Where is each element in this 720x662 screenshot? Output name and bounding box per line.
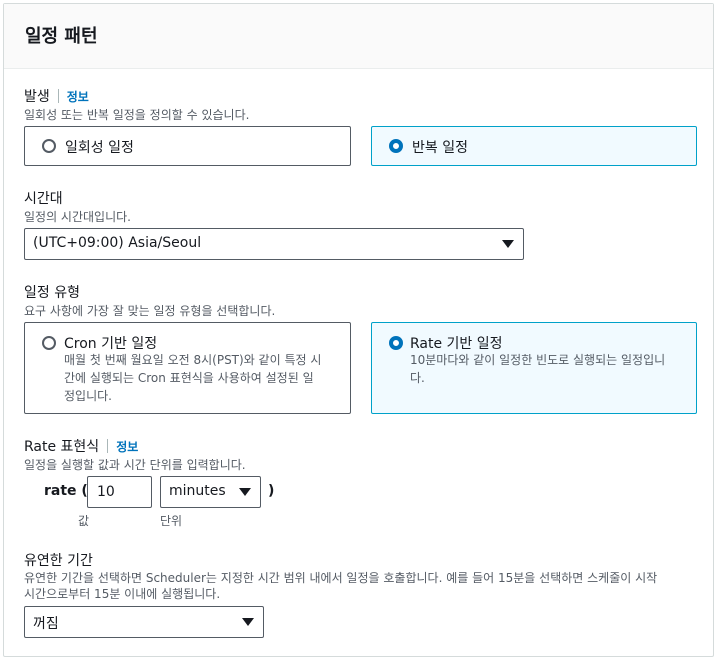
occurrence-field: 발생 정보 [24, 86, 89, 106]
rate-expression-info-link[interactable]: 정보 [116, 440, 138, 454]
one-time-radio[interactable] [42, 139, 56, 153]
cron-schedule-tile[interactable]: Cron 기반 일정 매월 첫 번째 월요일 오전 8시(PST)와 같이 특정… [24, 322, 351, 414]
timezone-select[interactable]: (UTC+09:00) Asia/Seoul [24, 228, 524, 260]
flexible-window-value: 꺼짐 [33, 616, 59, 632]
rate-prefix: rate ( [44, 483, 88, 499]
rate-radio[interactable] [389, 336, 403, 350]
rate-unit-caption: 단위 [160, 514, 183, 528]
flexible-window-description: 유연한 기간을 선택하면 Scheduler는 지정한 시간 범위 내에서 일정… [24, 571, 658, 601]
timezone-description: 일정의 시간대입니다. [24, 210, 131, 224]
flexible-window-select[interactable]: 꺼짐 [24, 606, 264, 638]
recurring-label: 반복 일정 [412, 140, 468, 156]
occurrence-description: 일회성 또는 반복 일정을 정의할 수 있습니다. [24, 108, 250, 122]
recurring-schedule-tile[interactable]: 반복 일정 [371, 126, 697, 166]
rate-label: Rate 기반 일정 [410, 336, 503, 352]
cron-radio[interactable] [42, 336, 56, 350]
caret-down-icon [502, 240, 514, 248]
rate-expression-field: Rate 표현식 정보 [24, 436, 138, 456]
divider [107, 439, 109, 453]
occurrence-label: 발생 [24, 89, 50, 105]
cron-label: Cron 기반 일정 [64, 336, 158, 352]
rate-unit-select[interactable]: minutes [160, 476, 261, 508]
rate-expression-description: 일정을 실행할 값과 시간 단위를 입력합니다. [24, 458, 246, 472]
panel-header: 일정 패턴 [4, 4, 713, 69]
timezone-label: 시간대 [24, 191, 63, 207]
divider [57, 89, 59, 103]
recurring-radio[interactable] [389, 139, 403, 153]
cron-description: 매월 첫 번째 월요일 오전 8시(PST)와 같이 특정 시 간에 실행되는 … [64, 353, 322, 403]
rate-value-caption: 값 [78, 514, 90, 528]
panel-title: 일정 패턴 [25, 26, 98, 47]
caret-down-icon [242, 618, 254, 626]
rate-suffix: ) [268, 483, 275, 499]
flexible-window-label: 유연한 기간 [24, 553, 93, 569]
rate-value-input[interactable] [87, 476, 152, 508]
one-time-schedule-tile[interactable]: 일회성 일정 [24, 126, 351, 166]
rate-description: 10분마다와 같이 일정한 빈도로 실행되는 일정입니 다. [410, 353, 666, 385]
caret-down-icon [239, 488, 251, 496]
occurrence-info-link[interactable]: 정보 [67, 90, 89, 104]
rate-schedule-tile[interactable]: Rate 기반 일정 10분마다와 같이 일정한 빈도로 실행되는 일정입니 다… [371, 322, 697, 414]
rate-expression-label: Rate 표현식 [24, 439, 100, 455]
one-time-label: 일회성 일정 [65, 140, 134, 156]
timezone-value: (UTC+09:00) Asia/Seoul [33, 235, 202, 251]
schedule-type-description: 요구 사항에 가장 잘 맞는 일정 유형을 선택합니다. [24, 304, 276, 318]
schedule-type-label: 일정 유형 [24, 285, 80, 301]
rate-unit-value: minutes [169, 483, 226, 499]
